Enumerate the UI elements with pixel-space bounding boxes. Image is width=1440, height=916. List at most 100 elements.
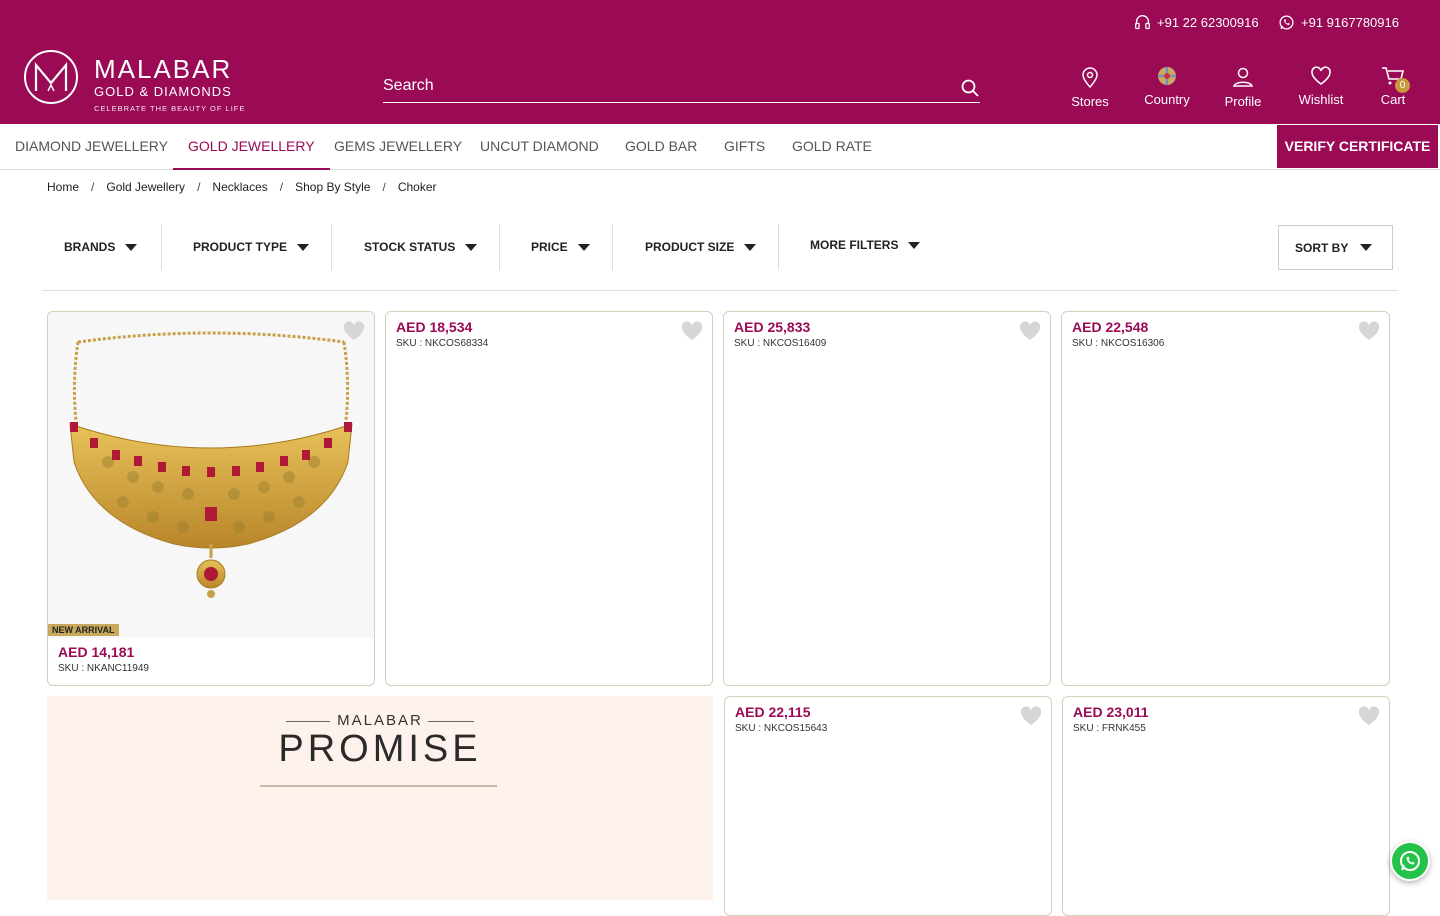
- product-price: AED 25,833: [734, 319, 811, 335]
- filter-product-size-label: PRODUCT SIZE: [645, 240, 735, 254]
- sort-by-dropdown[interactable]: SORT BY: [1278, 225, 1393, 270]
- breadcrumb-home[interactable]: Home: [47, 180, 79, 194]
- country-selector[interactable]: Country: [1132, 66, 1202, 107]
- support-phone[interactable]: +91 22 62300916: [1134, 14, 1259, 31]
- product-card[interactable]: AED 25,833 SKU : NKCOS16409: [723, 311, 1051, 686]
- filter-product-type[interactable]: PRODUCT TYPE: [193, 224, 310, 270]
- product-sku: SKU : NKCOS15643: [735, 723, 828, 734]
- whatsapp-icon: [1400, 851, 1420, 871]
- filter-stock-status-label: STOCK STATUS: [364, 240, 456, 254]
- wishlist-heart-icon[interactable]: [1358, 321, 1380, 341]
- breadcrumb-choker: Choker: [397, 180, 437, 194]
- wishlist-heart-icon[interactable]: [1358, 706, 1380, 726]
- brand-logo[interactable]: MALABAR GOLD & DIAMONDS CELEBRATE THE BE…: [24, 50, 245, 113]
- product-card[interactable]: AED 18,534 SKU : NKCOS68334: [385, 311, 713, 686]
- choker-necklace-image: [69, 331, 353, 598]
- product-price: AED 18,534: [396, 319, 473, 335]
- product-sku: SKU : FRNK455: [1073, 723, 1146, 734]
- sort-by-label: SORT BY: [1295, 240, 1349, 255]
- logo-brand-text: MALABAR: [94, 54, 233, 84]
- wishlist-label: Wishlist: [1298, 92, 1344, 107]
- breadcrumb-separator: /: [279, 180, 284, 194]
- product-price: AED 22,115: [735, 704, 811, 720]
- wishlist-link[interactable]: Wishlist: [1286, 66, 1356, 107]
- wishlist-heart-icon[interactable]: [1019, 321, 1041, 341]
- breadcrumb-necklaces[interactable]: Necklaces: [212, 180, 267, 194]
- cart-count-badge: 0: [1395, 78, 1410, 93]
- search-input[interactable]: [383, 72, 943, 100]
- nav-diamond-jewellery[interactable]: DIAMOND JEWELLERY: [15, 124, 168, 170]
- caret-down-icon: [125, 243, 138, 251]
- caret-down-icon: [744, 243, 757, 251]
- product-price: AED 14,181: [58, 644, 135, 660]
- wishlist-heart-icon[interactable]: [681, 321, 703, 341]
- product-sku: SKU : NKANC11949: [58, 663, 149, 674]
- nav-gifts[interactable]: GIFTS: [724, 124, 765, 170]
- breadcrumb-gold-jewellery[interactable]: Gold Jewellery: [106, 180, 185, 194]
- search-bar: [383, 72, 980, 103]
- caret-down-icon: [297, 243, 310, 251]
- breadcrumb-separator: /: [91, 180, 95, 194]
- profile-link[interactable]: Profile: [1208, 66, 1278, 109]
- stores-link[interactable]: Stores: [1055, 66, 1125, 109]
- whatsapp-icon: [1279, 15, 1294, 30]
- filter-brands-label: BRANDS: [64, 240, 116, 254]
- location-pin-icon: [1082, 67, 1098, 88]
- headset-icon: [1135, 15, 1150, 30]
- search-icon[interactable]: [960, 78, 980, 98]
- promise-underline: [260, 785, 497, 787]
- product-card[interactable]: AED 23,011 SKU : FRNK455: [1062, 696, 1390, 916]
- cart-label: Cart: [1380, 92, 1406, 107]
- wishlist-heart-icon[interactable]: [1020, 706, 1042, 726]
- whatsapp-phone[interactable]: +91 9167780916: [1278, 14, 1399, 31]
- product-sku: SKU : NKCOS16306: [1072, 338, 1165, 349]
- caret-down-icon: [465, 243, 478, 251]
- product-price: AED 22,548: [1072, 319, 1149, 335]
- whatsapp-phone-text: +91 9167780916: [1301, 15, 1399, 30]
- filter-product-size[interactable]: PRODUCT SIZE: [645, 224, 757, 270]
- product-card[interactable]: AED 22,115 SKU : NKCOS15643: [724, 696, 1052, 916]
- breadcrumb-separator: /: [197, 180, 201, 194]
- filter-brands[interactable]: BRANDS: [64, 224, 138, 270]
- product-card[interactable]: AED 22,548 SKU : NKCOS16306: [1061, 311, 1390, 686]
- whatsapp-chat-button[interactable]: [1390, 841, 1430, 881]
- filter-stock-status[interactable]: STOCK STATUS: [364, 224, 478, 270]
- malabar-promise-banner[interactable]: MALABAR PROMISE: [47, 696, 713, 900]
- filter-divider: [778, 224, 779, 270]
- caret-down-icon: [1360, 244, 1373, 251]
- main-nav: DIAMOND JEWELLERY GOLD JEWELLERY GEMS JE…: [0, 124, 1440, 170]
- filter-price-label: PRICE: [531, 240, 568, 254]
- filter-price[interactable]: PRICE: [531, 224, 590, 270]
- filter-divider: [499, 224, 500, 270]
- logo-sub-text: GOLD & DIAMONDS: [94, 84, 232, 99]
- product-sku: SKU : NKCOS68334: [396, 338, 489, 349]
- cart-link[interactable]: 0 Cart: [1358, 66, 1428, 107]
- caret-down-icon: [577, 243, 590, 251]
- nav-gold-rate[interactable]: GOLD RATE: [792, 124, 872, 170]
- heart-icon: [1311, 66, 1331, 85]
- nav-gems-jewellery[interactable]: GEMS JEWELLERY: [334, 124, 462, 170]
- wishlist-heart-icon[interactable]: [343, 321, 365, 341]
- verify-certificate-button[interactable]: VERIFY CERTIFICATE: [1277, 125, 1438, 168]
- product-price: AED 23,011: [1073, 704, 1149, 720]
- logo-emblem: [24, 50, 78, 104]
- logo-m-icon: [34, 61, 68, 92]
- promise-title: PROMISE: [278, 728, 482, 770]
- user-icon: [1232, 67, 1254, 87]
- product-image[interactable]: [48, 312, 374, 638]
- filter-divider: [161, 224, 162, 270]
- breadcrumb: Home / Gold Jewellery / Necklaces / Shop By…: [47, 180, 437, 194]
- promise-brand-text: MALABAR: [337, 712, 423, 729]
- nav-gold-jewellery[interactable]: GOLD JEWELLERY: [173, 124, 330, 170]
- country-label: Country: [1144, 92, 1190, 107]
- breadcrumb-separator: /: [382, 180, 386, 194]
- product-card[interactable]: NEW ARRIVAL AED 14,181 SKU : NKANC11949: [47, 311, 375, 686]
- stores-label: Stores: [1071, 94, 1109, 109]
- new-arrival-badge: NEW ARRIVAL: [48, 624, 119, 636]
- filter-more-filters[interactable]: MORE FILTERS: [810, 222, 921, 268]
- filter-more-filters-label: MORE FILTERS: [810, 238, 899, 252]
- nav-uncut-diamond[interactable]: UNCUT DIAMOND: [480, 124, 599, 170]
- breadcrumb-shop-by-style[interactable]: Shop By Style: [295, 180, 370, 194]
- nav-gold-bar[interactable]: GOLD BAR: [625, 124, 697, 170]
- filter-product-type-label: PRODUCT TYPE: [193, 240, 288, 254]
